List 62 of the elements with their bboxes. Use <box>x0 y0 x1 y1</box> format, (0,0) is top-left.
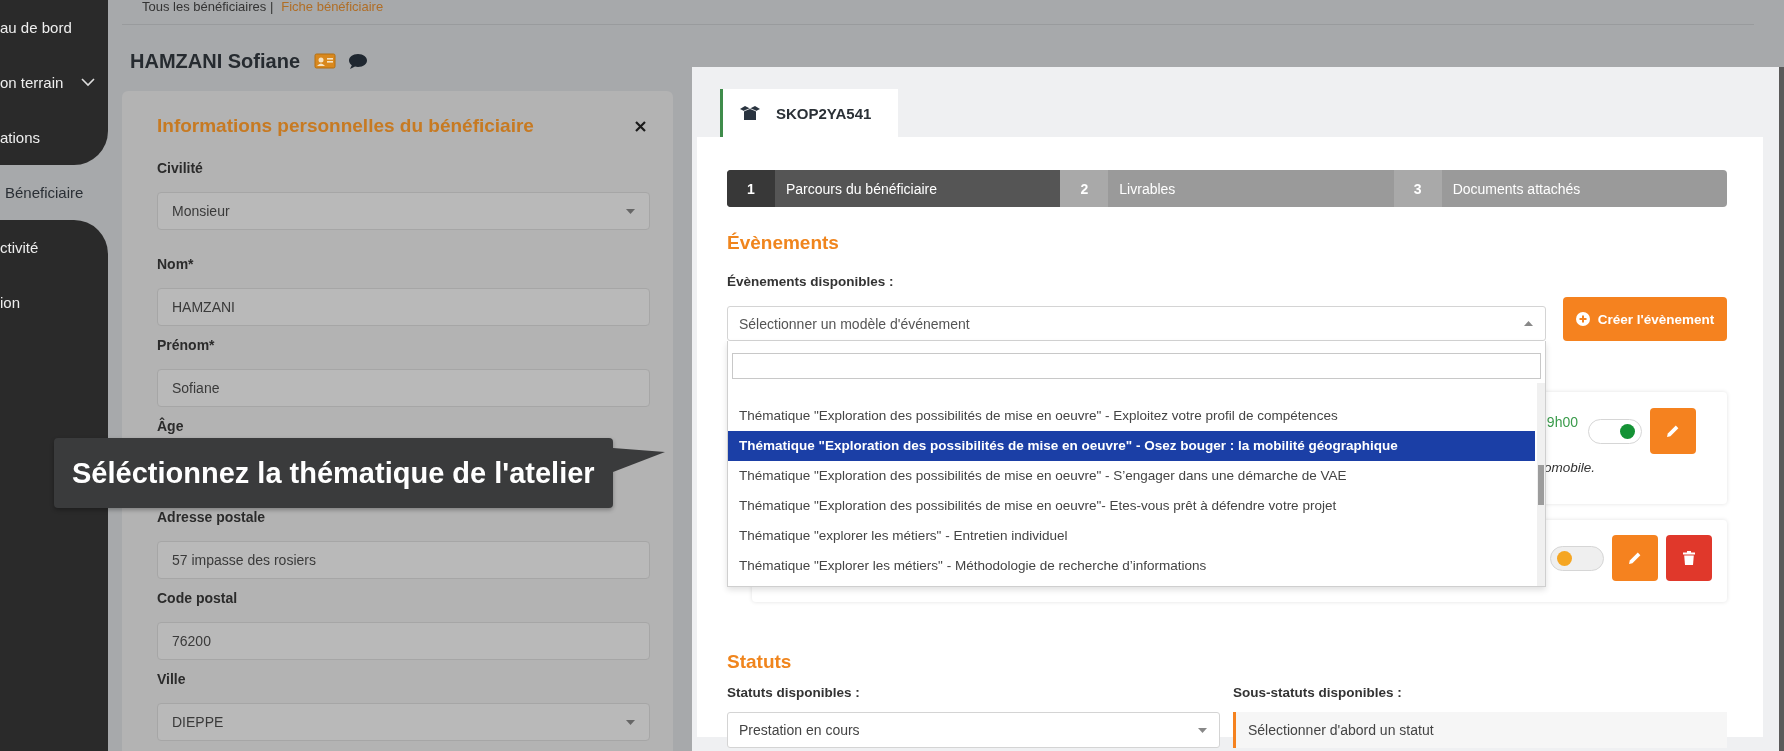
section-title: Évènements <box>727 231 840 255</box>
input-field[interactable]: 57 impasse des rosiers <box>157 541 650 579</box>
event-note: omobile. <box>1542 460 1596 475</box>
dropdown-option[interactable]: Thématique "Exploration des possibilités de mise en oeuvre" - Osez bouger : la mobilité géographique <box>728 431 1535 461</box>
field-label: Statuts disponibles : <box>727 684 861 702</box>
input-field[interactable]: 76200 <box>157 622 650 660</box>
select-field[interactable]: Prestation en cours <box>727 712 1220 748</box>
caret-up-icon <box>1524 321 1533 326</box>
step-tab[interactable]: 1 Parcours du bénéficiaire <box>727 170 1061 207</box>
tooltip: Séléctionnez la thématique de l'atelier <box>54 438 613 508</box>
input-field[interactable]: Sofiane <box>157 369 650 407</box>
edit-button[interactable] <box>1650 408 1696 454</box>
pencil-icon <box>1666 424 1680 438</box>
sidebar-item[interactable]: ion <box>0 275 108 330</box>
sidebar-item[interactable]: on terrain <box>0 55 108 110</box>
sidebar-item[interactable]: au de bord <box>0 0 108 55</box>
close-icon[interactable] <box>635 120 646 132</box>
field-label: Âge <box>157 416 185 436</box>
dropdown-option[interactable]: Thématique "Explorer les métiers" - Méthodologie de recherche d’informations <box>728 551 1535 581</box>
toggle-switch[interactable] <box>1588 418 1642 444</box>
breadcrumb-link[interactable]: Tous les bénéficiaires | <box>142 0 274 13</box>
pencil-icon <box>1628 551 1642 565</box>
toggle-switch[interactable] <box>1550 545 1604 571</box>
delete-button[interactable] <box>1666 535 1712 581</box>
sidebar-item[interactable]: Béneficiaire <box>0 165 108 220</box>
trash-icon <box>1683 551 1695 565</box>
dropdown-option[interactable]: Thématique "Exploration des possibilités de mise en oeuvre"- Etes-vous prêt à défendre votre projet <box>728 491 1535 521</box>
field-label: Ville <box>157 670 187 689</box>
dropdown-option[interactable]: Thématique "explorer les métiers" - Entretien individuel <box>728 521 1535 551</box>
edit-button[interactable] <box>1612 535 1658 581</box>
section-title: Statuts <box>727 650 793 674</box>
field-label: Civilité <box>157 159 204 178</box>
field-label: Sous-statuts disponibles : <box>1233 684 1403 702</box>
field-label: Prénom* <box>157 336 216 355</box>
field-label: Évènements disponibles : <box>727 273 895 291</box>
sidebar-item[interactable]: ctivité <box>0 220 108 275</box>
speech-bubble-icon[interactable] <box>348 52 368 70</box>
chevron-down-icon <box>81 78 96 87</box>
select-field[interactable]: DIEPPE <box>157 703 650 741</box>
dropdown-option[interactable]: Thématique "Exploration des possibilités de mise en oeuvre" - Exploitez votre profil de compétences <box>728 401 1535 431</box>
info-message: Sélectionner d'abord un statut <box>1233 712 1727 748</box>
plus-circle-icon <box>1575 312 1590 326</box>
field-label: Nom* <box>157 255 195 274</box>
field-label: Adresse postale <box>157 508 267 527</box>
caret-down-icon <box>626 208 635 214</box>
dropdown-option[interactable]: Thématique "Exploration des possibilités de mise en oeuvre" - S’engager dans une démarche de VAE <box>728 461 1535 491</box>
scrollbar[interactable] <box>1537 383 1545 586</box>
caret-down-icon <box>626 719 635 725</box>
field-label: Code postal <box>157 589 239 608</box>
search-field[interactable] <box>732 353 1541 379</box>
input-field[interactable]: HAMZANI <box>157 288 650 326</box>
page-title: HAMZANI Sofiane <box>130 49 300 73</box>
caret-down-icon <box>1198 727 1207 733</box>
box-icon <box>740 105 760 121</box>
card-title: Informations personnelles du bénéficiaire <box>157 115 534 137</box>
event-time: 9h00 <box>1546 414 1578 430</box>
breadcrumb-current: Fiche bénéficiaire <box>281 0 384 13</box>
id-card-icon[interactable] <box>314 53 336 69</box>
sidebar-item[interactable]: ations <box>0 110 108 165</box>
select-field[interactable]: Sélectionner un modèle d'événement <box>727 306 1546 341</box>
select-field[interactable]: Monsieur <box>157 192 650 230</box>
record-tab[interactable]: SKOP2YA541 <box>720 89 898 137</box>
